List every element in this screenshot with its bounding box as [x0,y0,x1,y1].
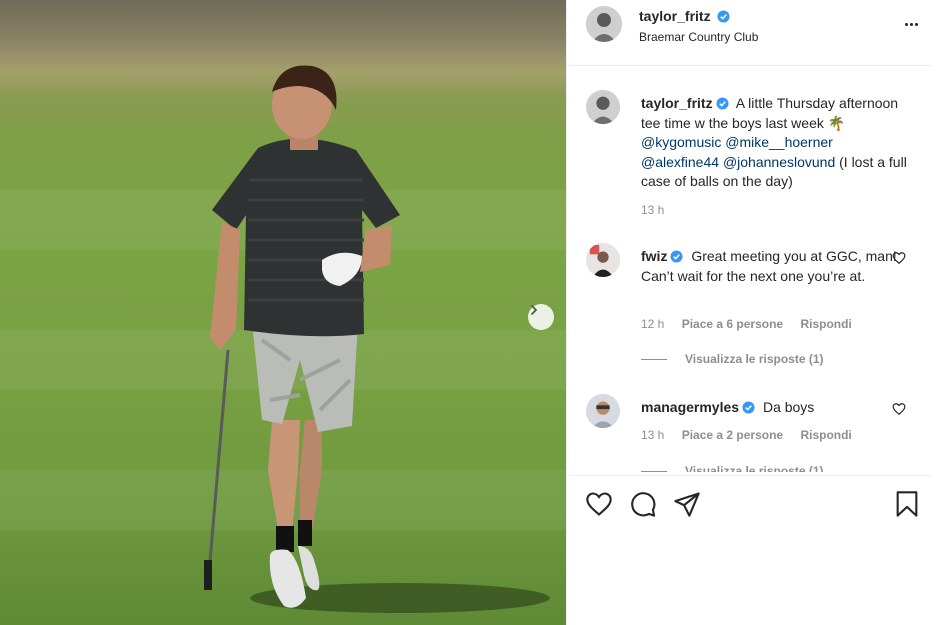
post-header: taylor_fritz Braemar Country Club [567,0,931,66]
verified-badge-icon [716,97,729,110]
bookmark-icon[interactable] [893,490,921,518]
comment-timestamp: 12 h [641,317,665,331]
view-replies-button[interactable]: Visualizza le risposte (1) [641,352,824,366]
caption-text: taylor_fritz A little Thursday afternoon… [641,94,907,192]
post-photo [0,0,566,625]
golfer-figure [204,65,400,608]
verified-badge-icon [717,10,731,23]
caption-timestamp: 13 h [641,203,665,217]
next-photo-button[interactable] [528,304,554,330]
commenter-avatar[interactable] [586,243,620,277]
mention-link[interactable]: @johanneslovund [723,154,835,170]
comment-body: Da boys [762,399,815,415]
post-actions-bar [567,475,931,531]
author-username[interactable]: taylor_fritz [639,8,731,24]
comment-likes-count[interactable]: Piace a 6 persone [682,317,783,331]
comment-text: fwiz Great meeting you at GGC, man! Can’… [641,247,907,286]
caption-username[interactable]: taylor_fritz [641,95,729,111]
post-side-panel: taylor_fritz Braemar Country Club taylor… [566,0,937,625]
comment-timestamp: 13 h [641,428,665,442]
view-replies-text[interactable]: Visualizza le risposte (1) [685,464,824,472]
caption-avatar[interactable] [586,90,620,124]
comment-text: managermyles Da boys [641,398,907,418]
comment-like-icon[interactable] [892,251,906,265]
commenter-username[interactable]: fwiz [641,248,683,264]
mention-link[interactable]: @alexfine44 [641,154,719,170]
comment-like-icon[interactable] [892,402,906,416]
heart-icon[interactable] [585,490,613,518]
mention-link[interactable]: @mike__hoerner [725,134,833,150]
comment-bubble-icon[interactable] [629,490,657,518]
verified-badge-icon [742,401,755,414]
mention-link[interactable]: @kygomusic [641,134,721,150]
chevron-right-icon [531,305,538,315]
palm-tree-emoji: 🌴 [827,114,846,131]
view-replies-text[interactable]: Visualizza le risposte (1) [685,352,824,366]
commenter-username[interactable]: managermyles [641,399,755,415]
author-username-text[interactable]: taylor_fritz [639,8,711,24]
post-location[interactable]: Braemar Country Club [639,30,758,44]
verified-badge-icon [670,250,683,263]
comment-meta: 13 h Piace a 2 persone Rispondi [641,428,866,442]
comment-meta: 12 h Piace a 6 persone Rispondi [641,317,866,331]
paper-plane-icon[interactable] [673,490,701,518]
commenter-avatar[interactable] [586,394,620,428]
caption-meta: 13 h [641,203,678,217]
author-avatar[interactable] [586,6,622,42]
reply-button[interactable]: Rispondi [800,428,851,442]
reply-button[interactable]: Rispondi [800,317,851,331]
comment-likes-count[interactable]: Piace a 2 persone [682,428,783,442]
comments-list: taylor_fritz A little Thursday afternoon… [567,67,931,472]
view-replies-button[interactable]: Visualizza le risposte (1) [641,464,824,472]
more-options-icon[interactable] [901,14,921,34]
